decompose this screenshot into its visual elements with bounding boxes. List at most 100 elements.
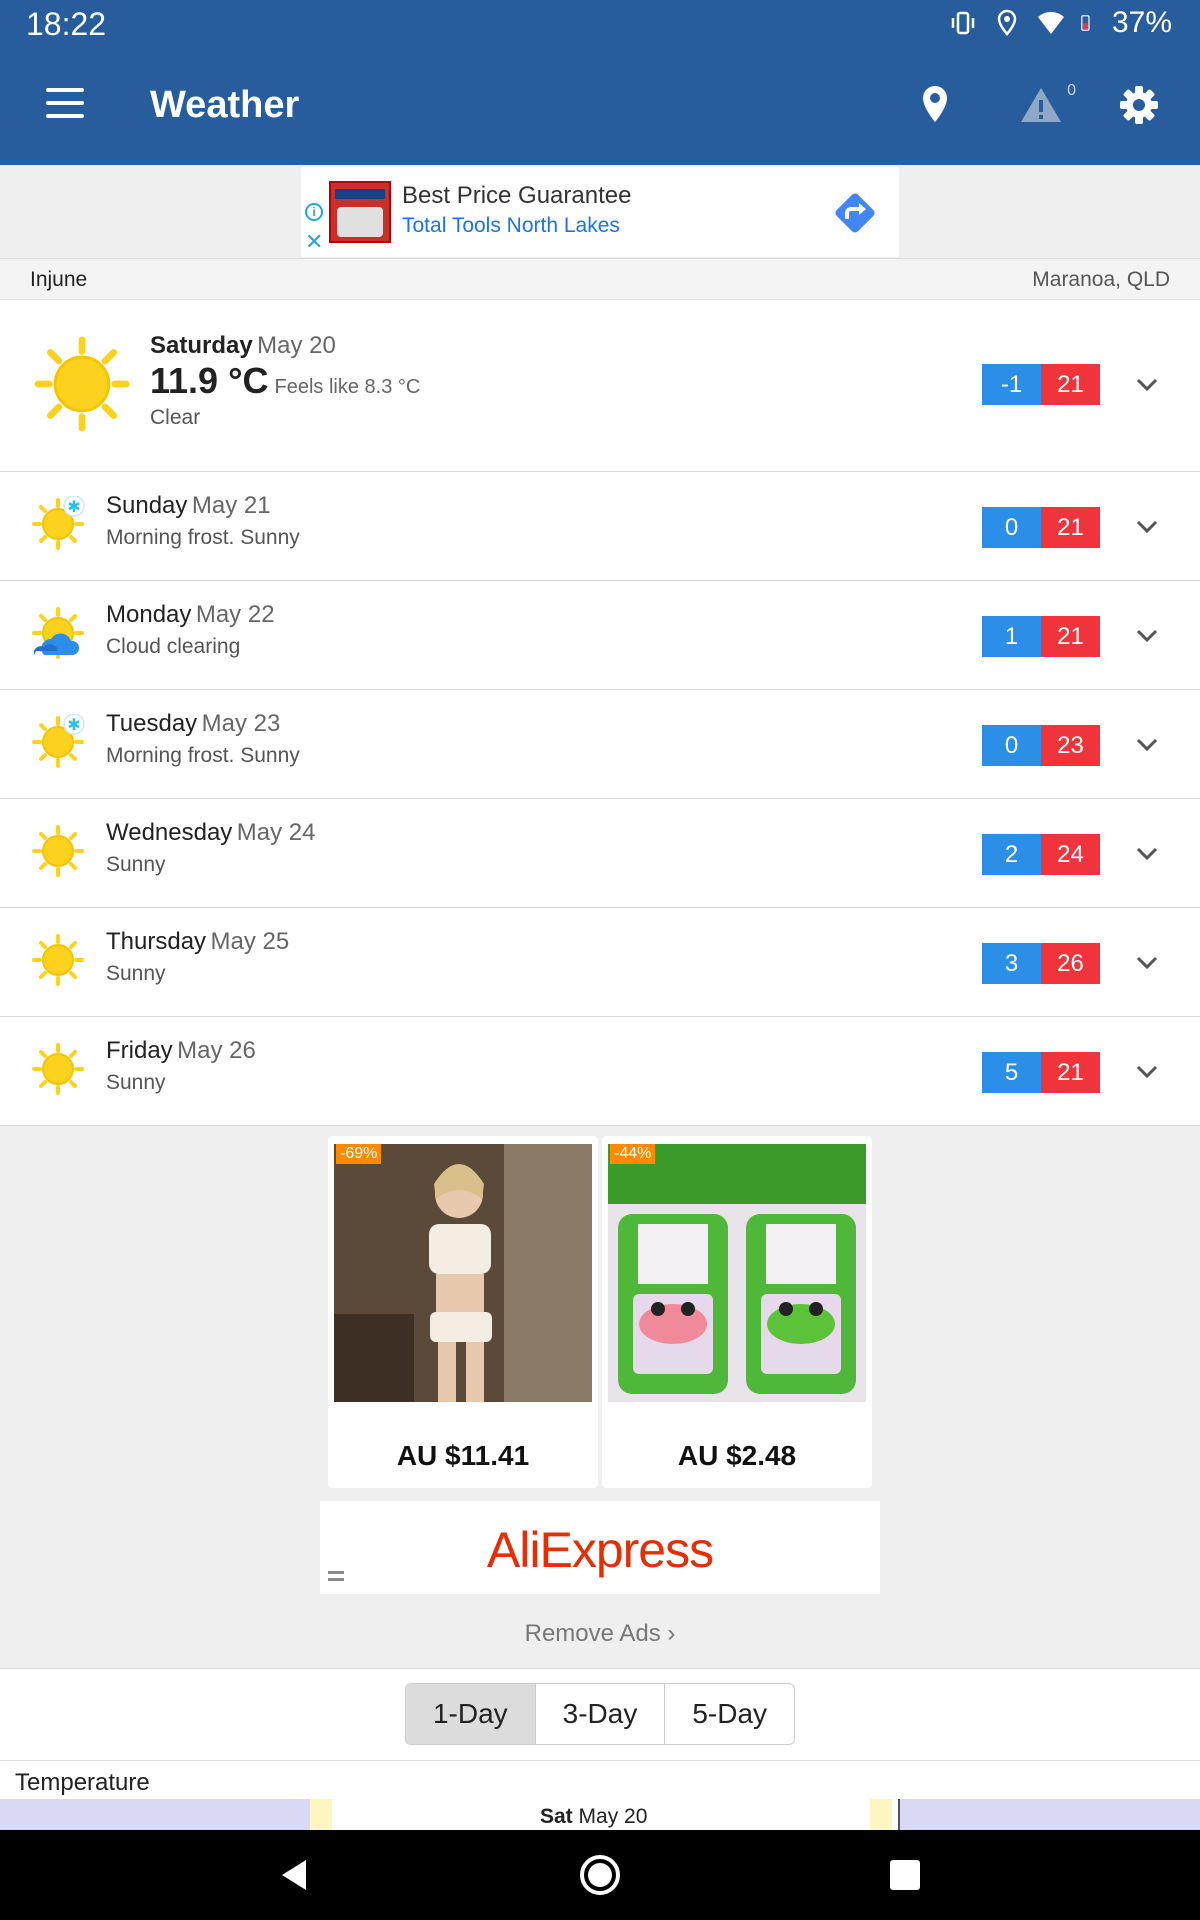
sun-frost-icon: ✱ — [32, 714, 85, 768]
ad-headline: Best Price Guarantee — [402, 182, 632, 209]
forecast-condition: Morning frost. Sunny — [106, 526, 300, 549]
temp-range: 2 24 — [982, 834, 1100, 875]
product-image — [334, 1144, 592, 1402]
today-date: May 20 — [257, 332, 336, 359]
status-bar: 18:22 37% — [0, 0, 1200, 50]
temperature-chart[interactable]: Sat May 20 — [0, 1799, 1200, 1830]
forecast-row[interactable]: ✱ Tuesday May 23 Morning frost. Sunny 0 23 — [0, 690, 1200, 799]
tab-1-day[interactable]: 1-Day — [406, 1684, 536, 1744]
range-tabs: 1-Day 3-Day 5-Day — [405, 1683, 795, 1745]
sun-icon — [32, 934, 84, 986]
forecast-date: May 22 — [195, 601, 275, 628]
forecast-row[interactable]: Wednesday May 24 Sunny 2 24 — [0, 799, 1200, 908]
product-ad[interactable]: -69% AU $11.41 -44% AU $2.48 AliExpress — [320, 1128, 880, 1594]
warning-icon — [1021, 88, 1061, 122]
high-temp: 21 — [1041, 507, 1100, 548]
settings-gear-icon[interactable] — [1114, 80, 1164, 130]
high-temp: 21 — [1041, 364, 1100, 405]
ad-close-icon[interactable]: ✕ — [305, 231, 323, 253]
chevron-down-icon[interactable] — [1132, 730, 1162, 760]
aliexpress-logo: AliExpress — [486, 1522, 714, 1578]
temp-range: 1 21 — [982, 616, 1100, 657]
low-temp: 2 — [982, 834, 1041, 875]
chevron-down-icon[interactable] — [1132, 948, 1162, 978]
today-condition: Clear — [150, 406, 201, 429]
product-card[interactable]: -69% AU $11.41 — [328, 1136, 598, 1488]
current-time-marker — [898, 1799, 900, 1830]
forecast-row[interactable]: ✱ Sunday May 21 Morning frost. Sunny 0 21 — [0, 472, 1200, 581]
banner-ad[interactable]: i ✕ Best Price Guarantee Total Tools Nor… — [301, 167, 899, 257]
chart-day-label: Sat May 20 — [540, 1805, 648, 1828]
svg-text:✱: ✱ — [67, 715, 80, 734]
low-temp: 0 — [982, 725, 1041, 766]
low-temp: 3 — [982, 943, 1041, 984]
forecast-date: May 25 — [210, 928, 290, 955]
ad-menu-icon[interactable] — [328, 1571, 344, 1585]
forecast-day: Sunday — [106, 492, 188, 519]
location-bar: Injune Maranoa, QLD — [0, 258, 1200, 300]
recents-icon[interactable] — [882, 1852, 928, 1898]
discount-badge: -44% — [610, 1144, 656, 1164]
menu-icon[interactable] — [46, 88, 86, 120]
forecast-day: Thursday — [106, 928, 207, 955]
vibrate-icon — [951, 11, 975, 35]
ad-info-icon[interactable]: i — [305, 203, 323, 221]
home-icon[interactable] — [577, 1852, 623, 1898]
chevron-down-icon[interactable] — [1132, 621, 1162, 651]
remove-ads-link[interactable]: Remove Ads › — [0, 1620, 1200, 1648]
forecast-day: Friday — [106, 1037, 173, 1064]
temp-range: 3 26 — [982, 943, 1100, 984]
product-price: AU $2.48 — [677, 1440, 797, 1471]
forecast-date: May 21 — [191, 492, 271, 519]
chevron-down-icon[interactable] — [1132, 839, 1162, 869]
high-temp: 24 — [1041, 834, 1100, 875]
sun-icon — [32, 825, 84, 877]
product-price: AU $11.41 — [396, 1440, 530, 1471]
chevron-right-icon: › — [667, 1620, 676, 1647]
forecast-row-today[interactable]: Saturday May 20 11.9 °C Feels like 8.3 °C… — [0, 300, 1200, 472]
temperature-label: Temperature — [15, 1769, 150, 1796]
sun-icon — [32, 1043, 84, 1095]
location-pin-icon[interactable] — [910, 80, 960, 130]
product-card[interactable]: -44% AU $2.48 — [602, 1136, 872, 1488]
app-bar: Weather 0 — [0, 50, 1200, 165]
location-name: Injune — [30, 268, 88, 291]
forecast-condition: Cloud clearing — [106, 635, 241, 658]
high-temp: 21 — [1041, 616, 1100, 657]
temp-range: 0 21 — [982, 507, 1100, 548]
clock: 18:22 — [26, 6, 107, 42]
navigation-bar — [0, 1830, 1200, 1920]
forecast-row[interactable]: Friday May 26 Sunny 5 21 — [0, 1017, 1200, 1126]
tab-3-day[interactable]: 3-Day — [536, 1684, 666, 1744]
forecast-row[interactable]: Monday May 22 Cloud clearing 1 21 — [0, 581, 1200, 690]
low-temp: 0 — [982, 507, 1041, 548]
back-icon[interactable] — [272, 1852, 318, 1898]
forecast-day: Tuesday — [106, 710, 198, 737]
battery-level: 37% — [1111, 6, 1172, 39]
temp-range: -1 21 — [982, 364, 1100, 405]
tab-5-day[interactable]: 5-Day — [665, 1684, 794, 1744]
ad-directions-icon[interactable] — [829, 187, 881, 239]
sun-frost-icon: ✱ — [32, 496, 85, 550]
chevron-down-icon[interactable] — [1132, 512, 1162, 542]
low-temp: 5 — [982, 1052, 1041, 1093]
range-bar: 1-Day 3-Day 5-Day — [0, 1668, 1200, 1760]
svg-text:✱: ✱ — [67, 497, 80, 516]
discount-badge: -69% — [336, 1144, 382, 1164]
forecast-condition: Morning frost. Sunny — [106, 744, 300, 767]
aliexpress-banner[interactable]: AliExpress — [320, 1501, 880, 1594]
temp-range: 0 23 — [982, 725, 1100, 766]
today-day: Saturday — [150, 332, 253, 359]
remove-ads-label: Remove Ads — [524, 1620, 661, 1647]
forecast-condition: Sunny — [106, 1071, 166, 1094]
ad-advertiser: Total Tools North Lakes — [402, 214, 620, 237]
forecast-day: Monday — [106, 601, 192, 628]
temp-range: 5 21 — [982, 1052, 1100, 1093]
chevron-down-icon[interactable] — [1132, 1057, 1162, 1087]
low-temp: -1 — [982, 364, 1041, 405]
location-region: Maranoa, QLD — [1032, 268, 1170, 291]
forecast-row[interactable]: Thursday May 25 Sunny 3 26 — [0, 908, 1200, 1017]
alerts-button[interactable]: 0 — [1016, 80, 1076, 130]
chevron-down-icon[interactable] — [1132, 370, 1162, 400]
battery-icon — [1081, 15, 1090, 31]
